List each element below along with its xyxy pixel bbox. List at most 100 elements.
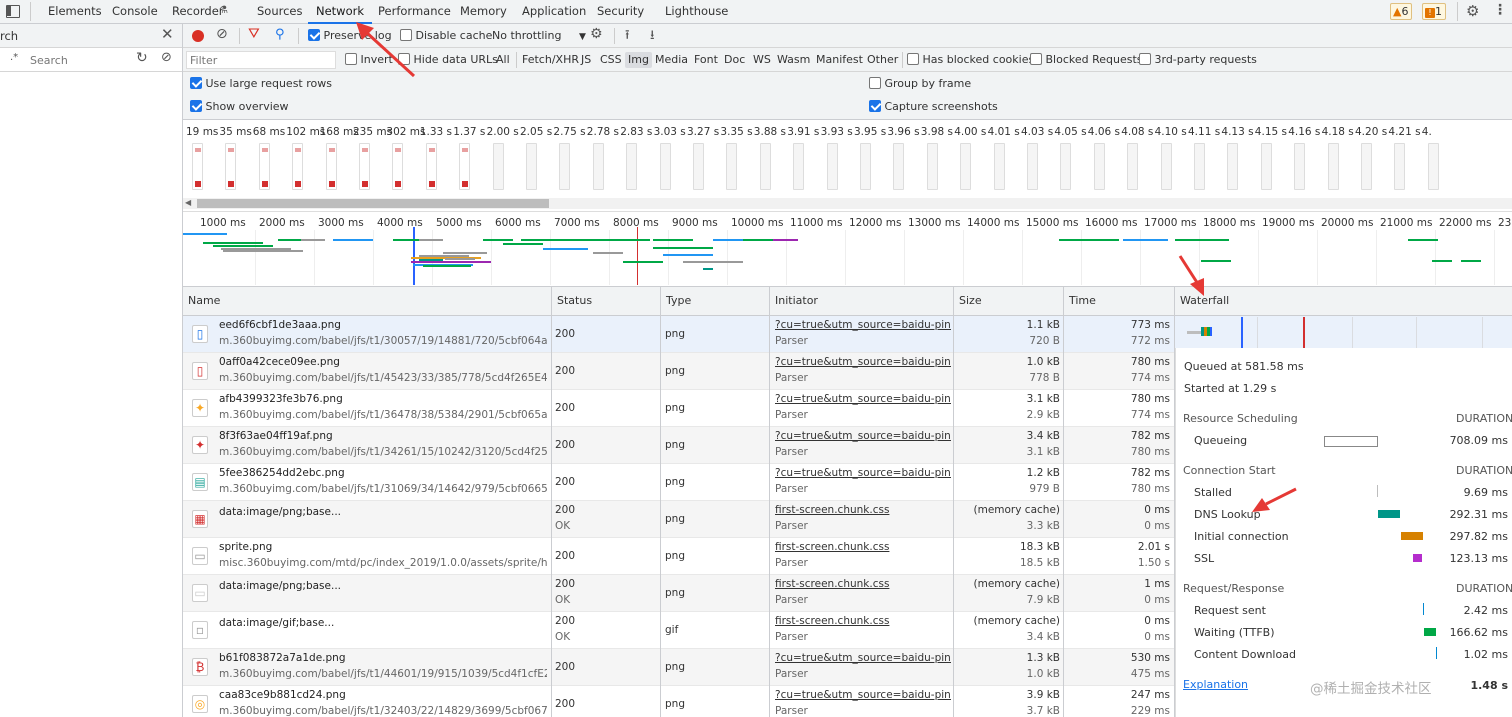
filter-type-manifest[interactable]: Manifest <box>816 48 863 72</box>
column-status[interactable]: Status <box>552 287 661 315</box>
filter-type-ws[interactable]: WS <box>753 48 771 72</box>
filter-type-js[interactable]: JS <box>581 48 591 72</box>
filmstrip-frame[interactable] <box>1427 143 1439 190</box>
column-type[interactable]: Type <box>661 287 770 315</box>
filmstrip-frame[interactable] <box>526 143 537 190</box>
filter-type-other[interactable]: Other <box>867 48 898 72</box>
large-rows-checkbox[interactable]: Use large request rows <box>190 77 332 90</box>
checkbox[interactable] <box>907 53 919 65</box>
regex-icon[interactable]: .* <box>10 52 18 63</box>
checkbox[interactable] <box>190 77 202 89</box>
tab-lighthouse[interactable]: Lighthouse <box>665 0 728 24</box>
filmstrip-frame[interactable] <box>559 143 571 190</box>
checkbox[interactable] <box>190 100 202 112</box>
explanation-link[interactable]: Explanation <box>1183 678 1248 691</box>
initiator-link[interactable]: first-screen.chunk.css <box>775 578 951 590</box>
tab-application[interactable]: Application <box>522 0 586 24</box>
request-name[interactable]: eed6f6cbf1de3aaa.png <box>219 319 547 331</box>
checkbox[interactable] <box>1030 53 1042 65</box>
tab-memory[interactable]: Memory <box>460 0 507 24</box>
column-initiator[interactable]: Initiator <box>770 287 954 315</box>
checkbox[interactable] <box>1139 53 1151 65</box>
filmstrip-frame[interactable] <box>1093 143 1105 190</box>
filmstrip-frame[interactable] <box>759 143 771 190</box>
filmstrip-frame[interactable] <box>1060 143 1072 190</box>
throttling-select[interactable]: No throttling ▼ <box>492 29 586 42</box>
filmstrip-frame[interactable] <box>225 143 237 190</box>
request-name[interactable]: data:image/png;base... <box>219 580 547 592</box>
gear-icon[interactable]: ⚙ <box>1466 2 1479 20</box>
clear-icon[interactable]: ⊘ <box>161 50 172 65</box>
blocked-requests-checkbox[interactable]: Blocked Requests <box>1030 53 1143 66</box>
request-name[interactable]: caa83ce9b881cd24.png <box>219 689 547 701</box>
waterfall-queue-bar[interactable] <box>1187 331 1201 334</box>
show-overview-checkbox[interactable]: Show overview <box>190 100 289 113</box>
more-icon[interactable]: ⋮ <box>1493 2 1507 18</box>
filmstrip-frame[interactable] <box>826 143 838 190</box>
filmstrip-frame[interactable] <box>425 143 437 190</box>
filter-type-font[interactable]: Font <box>694 48 718 72</box>
tab-sources[interactable]: Sources <box>257 0 303 24</box>
tab-security[interactable]: Security <box>597 0 644 24</box>
filmstrip-frame[interactable] <box>1027 143 1038 190</box>
initiator-link[interactable]: ?cu=true&utm_source=baidu-pinz... <box>775 689 951 701</box>
initiator-link[interactable]: ?cu=true&utm_source=baidu-pinz... <box>775 467 951 479</box>
warnings-badge[interactable]: ▲6 <box>1390 3 1413 20</box>
filmstrip-frame[interactable] <box>793 143 805 190</box>
filmstrip-frame[interactable] <box>1394 143 1406 190</box>
initiator-link[interactable]: ?cu=true&utm_source=baidu-pinz... <box>775 319 951 331</box>
scroll-left-icon[interactable]: ◀ <box>185 198 191 207</box>
filmstrip-frame[interactable] <box>258 143 270 190</box>
filter-type-media[interactable]: Media <box>655 48 688 72</box>
filmstrip-frame[interactable] <box>192 143 203 190</box>
search-icon[interactable]: ⚲ <box>275 27 285 42</box>
initiator-link[interactable]: ?cu=true&utm_source=baidu-pinz... <box>775 430 951 442</box>
close-icon[interactable]: ✕ <box>161 25 174 43</box>
waterfall-download-bar[interactable] <box>1210 327 1212 336</box>
record-icon[interactable] <box>192 30 204 42</box>
clear-log-icon[interactable]: ⊘ <box>216 26 228 42</box>
filmstrip-frame[interactable] <box>693 143 704 190</box>
filmstrip-frame[interactable] <box>960 143 972 190</box>
filter-input[interactable]: Filter <box>186 51 336 69</box>
request-name[interactable]: sprite.png <box>219 541 547 553</box>
filter-type-css[interactable]: CSS <box>600 48 622 72</box>
request-name[interactable]: data:image/png;base... <box>219 506 547 518</box>
column-time[interactable]: Time <box>1064 287 1175 315</box>
filter-icon[interactable]: ⛛ <box>248 26 260 42</box>
import-har-icon[interactable]: ⭱ <box>625 26 630 48</box>
request-name[interactable]: 5fee386254dd2ebc.png <box>219 467 547 479</box>
filter-type-doc[interactable]: Doc <box>724 48 745 72</box>
filmstrip-frame[interactable] <box>1327 143 1339 190</box>
third-party-checkbox[interactable]: 3rd-party requests <box>1139 53 1257 66</box>
filmstrip-frame[interactable] <box>993 143 1005 190</box>
export-har-icon[interactable]: ⭳ <box>650 26 655 48</box>
scrollbar-thumb[interactable] <box>197 199 549 208</box>
filmstrip-frame[interactable] <box>659 143 671 190</box>
filmstrip-frame[interactable] <box>459 143 471 190</box>
has-blocked-cookies-checkbox[interactable]: Has blocked cookies <box>907 53 1034 66</box>
tab-recorder[interactable]: Recorder <box>172 0 224 24</box>
initiator-link[interactable]: ?cu=true&utm_source=baidu-pinz... <box>775 652 951 664</box>
filmstrip-frame[interactable] <box>359 143 370 190</box>
refresh-icon[interactable]: ↻ <box>136 50 148 66</box>
tab-elements[interactable]: Elements <box>48 0 102 24</box>
filmstrip-frame[interactable] <box>860 143 871 190</box>
group-by-frame-checkbox[interactable]: Group by frame <box>869 77 971 90</box>
initiator-link[interactable]: first-screen.chunk.css <box>775 541 951 553</box>
column-waterfall[interactable]: Waterfall <box>1175 287 1512 315</box>
request-name[interactable]: afb4399323fe3b76.png <box>219 393 547 405</box>
filmstrip-frame[interactable] <box>893 143 905 190</box>
network-conditions-icon[interactable]: ⚙ <box>590 26 603 42</box>
checkbox[interactable] <box>308 29 320 41</box>
initiator-link[interactable]: ?cu=true&utm_source=baidu-pinz... <box>775 393 951 405</box>
tab-console[interactable]: Console <box>112 0 158 24</box>
dock-icon[interactable] <box>6 5 20 18</box>
filmstrip-scrollbar[interactable]: ◀ <box>183 198 1512 209</box>
filmstrip-frame[interactable] <box>1260 143 1272 190</box>
filmstrip-frame[interactable] <box>926 143 938 190</box>
capture-screenshots-checkbox[interactable]: Capture screenshots <box>869 100 998 113</box>
column-size[interactable]: Size <box>954 287 1064 315</box>
initiator-link[interactable]: first-screen.chunk.css <box>775 504 951 516</box>
filmstrip-frame[interactable] <box>1127 143 1139 190</box>
